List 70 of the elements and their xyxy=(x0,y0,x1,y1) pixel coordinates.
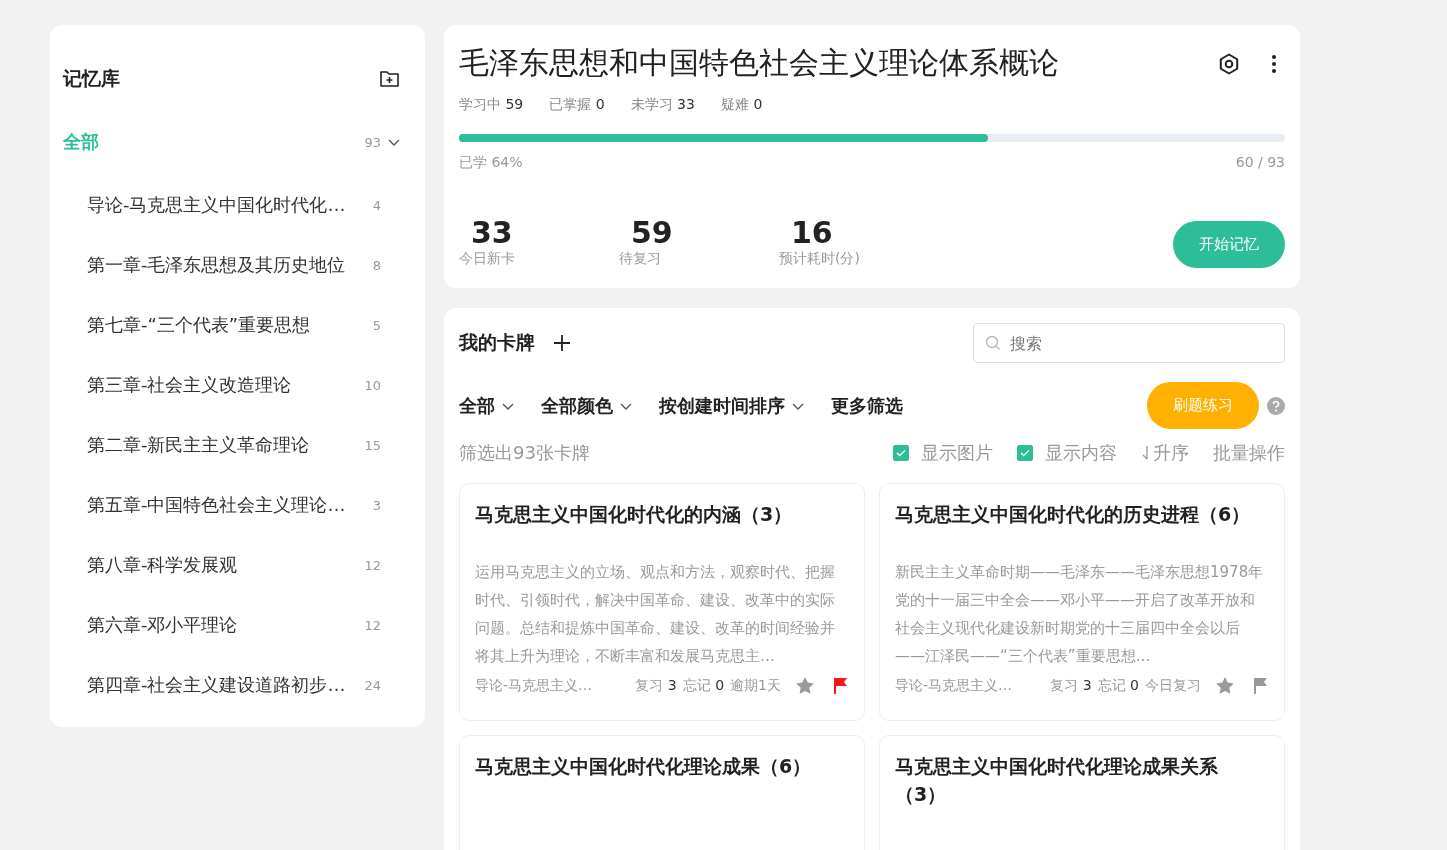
settings-icon[interactable] xyxy=(1217,51,1241,76)
summary-value: 33 xyxy=(470,218,513,248)
due-text: 逾期1天 xyxy=(730,676,781,695)
deck-item[interactable]: 第二章-新民主主义革命理论 xyxy=(87,433,310,457)
panel-title: 我的卡牌 xyxy=(459,330,535,355)
deck-item[interactable]: 第五章-中国特色社会主义理论… xyxy=(87,493,346,517)
review-count: 复习 3 xyxy=(635,676,677,695)
deck-count: 8 xyxy=(372,257,381,273)
progress-label: 已学 64% xyxy=(459,154,523,172)
filter-dropdown[interactable]: 全部颜色 xyxy=(541,393,633,418)
flag-icon[interactable] xyxy=(1253,676,1269,695)
filter-dropdown[interactable]: 更多筛选 xyxy=(831,393,903,418)
star-icon[interactable] xyxy=(795,676,815,695)
add-icon[interactable] xyxy=(553,334,571,352)
deck-count: 24 xyxy=(364,677,381,693)
card-title: 马克思主义中国化时代化的内涵（3） xyxy=(475,502,794,527)
result-count: 筛选出93张卡牌 xyxy=(459,441,590,465)
stat-text: 学习中 59 xyxy=(459,96,524,114)
flashcard[interactable]: 马克思主义中国化时代化理论成果（6） xyxy=(459,735,865,850)
forget-count: 忘记 0 xyxy=(682,676,725,695)
deck-count: 15 xyxy=(364,437,381,453)
deck-item[interactable]: 第八章-科学发展观 xyxy=(87,553,238,577)
summary-value: 59 xyxy=(630,218,673,248)
deck-item[interactable]: 第七章-“三个代表”重要思想 xyxy=(87,313,311,337)
stat-text: 疑难 0 xyxy=(720,96,763,114)
deck-item[interactable]: 导论-马克思主义中国化时代化… xyxy=(87,193,346,217)
more-icon[interactable] xyxy=(1271,53,1277,74)
checkbox[interactable] xyxy=(1017,445,1033,461)
deck-item[interactable]: 第四章-社会主义建设道路初步… xyxy=(87,673,346,697)
sidebar-title: 记忆库 xyxy=(63,66,120,91)
card-deck: 导论-马克思主义… xyxy=(475,676,593,695)
summary-label: 待复习 xyxy=(619,250,661,268)
summary-value: 16 xyxy=(790,218,833,248)
card-content: 新民主主义革命时期——毛泽东——毛泽东思想1978年党的十一届三中全会——邓小平——开启了改革开放和社会主义现代化建设新时期党的十三届四中全会以后——江泽民——“三个代表”重要思想… xyxy=(895,562,1265,667)
search-icon xyxy=(985,335,1001,351)
help-icon[interactable] xyxy=(1267,396,1285,415)
deck-count: 5 xyxy=(372,317,381,333)
deck-count: 3 xyxy=(372,497,381,513)
progress-count: 60 / 93 xyxy=(1235,154,1285,172)
forget-count: 忘记 0 xyxy=(1097,676,1139,695)
deck-count: 4 xyxy=(372,197,381,213)
search-field[interactable]: 搜索 xyxy=(973,323,1285,363)
deck-count: 12 xyxy=(364,557,381,573)
summary-label: 预计耗时(分) xyxy=(779,250,860,268)
sort-arrow-icon[interactable] xyxy=(1141,445,1151,461)
deck-item[interactable]: 第一章-毛泽东思想及其历史地位 xyxy=(87,253,346,277)
stat-text: 已掌握 0 xyxy=(549,96,605,114)
add-folder-icon[interactable] xyxy=(379,69,401,89)
due-text: 今日复习 xyxy=(1145,676,1201,695)
deck-title: 毛泽东思想和中国特色社会主义理论体系概论 xyxy=(459,44,1059,82)
deck-item[interactable]: 第三章-社会主义改造理论 xyxy=(87,373,292,397)
card-title: 马克思主义中国化时代化理论成果（6） xyxy=(475,754,813,779)
deck-item[interactable]: 第六章-邓小平理论 xyxy=(87,613,238,637)
review-count: 复习 3 xyxy=(1050,676,1092,695)
deck-count: 12 xyxy=(364,617,381,633)
flashcard[interactable]: 马克思主义中国化时代化理论成果关系（3） xyxy=(879,735,1285,850)
filter-dropdown[interactable]: 全部 xyxy=(459,393,515,418)
card-deck: 导论-马克思主义… xyxy=(895,676,1013,695)
stat-text: 未学习 33 xyxy=(630,96,695,114)
card-title: 马克思主义中国化时代化的历史进程（6） xyxy=(895,502,1252,527)
deck-count: 10 xyxy=(364,377,381,393)
card-title: 马克思主义中国化时代化理论成果关系（3） xyxy=(895,754,1219,807)
flashcard[interactable]: 马克思主义中国化时代化的历史进程（6） 新民主主义革命时期——毛泽东——毛泽东思想1978年党的十一届三中全会——邓小平——开启了改革开放和社会主义现代化建设新时期党的十三届四中全会以后——江泽民——“三个代表”重要思想… 导论-马克思主义… 复习 3 忘记 0 今日复习 xyxy=(879,483,1285,721)
filter-dropdown[interactable]: 按创建时间排序 xyxy=(659,393,805,418)
flashcard[interactable]: 马克思主义中国化时代化的内涵（3） 运用马克思主义的立场、观点和方法，观察时代、把握时代、引领时代，解决中国革命、建设、改革中的实际问题。总结和提炼中国革命、建设、改革的时间经验并将其上升为理论，不断丰富和发展马克思主… 导论-马克思主义… 复习 3 忘记 0 逾期1天 xyxy=(459,483,865,721)
summary-label: 今日新卡 xyxy=(459,250,515,268)
checkbox[interactable] xyxy=(893,445,909,461)
card-content: 运用马克思主义的立场、观点和方法，观察时代、把握时代、引领时代，解决中国革命、建设、改革中的实际问题。总结和提炼中国革命、建设、改革的时间经验并将其上升为理论，不断丰富和发展马克思主… xyxy=(475,562,836,667)
star-icon[interactable] xyxy=(1215,676,1235,695)
flag-icon[interactable] xyxy=(833,676,849,695)
